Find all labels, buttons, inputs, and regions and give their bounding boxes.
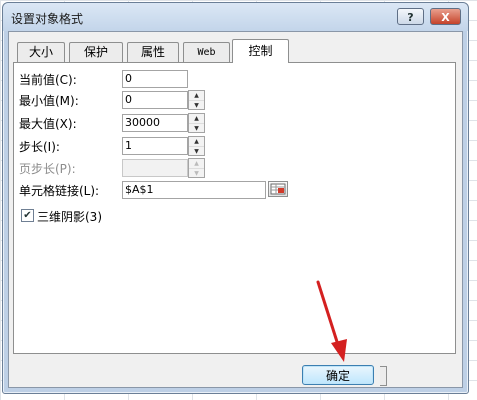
max-value-row: 最大值(X): 30000 ▲ ▼ bbox=[19, 113, 449, 133]
tab-control[interactable]: 控制 bbox=[232, 39, 289, 63]
step-spinner[interactable]: ▲ ▼ bbox=[188, 136, 205, 156]
max-value-label: 最大值(X): bbox=[19, 117, 77, 131]
tab-protection[interactable]: 保护 bbox=[69, 42, 123, 62]
page-step-row: 页步长(P): ▲ ▼ bbox=[19, 158, 449, 178]
format-object-dialog: 设置对象格式 ? X 大小 保护 属性 Web 控制 当前值(C): 0 最小值… bbox=[2, 2, 469, 394]
spin-down-icon: ▼ bbox=[194, 170, 199, 177]
spin-up-icon: ▲ bbox=[189, 159, 204, 169]
spin-up-icon[interactable]: ▲ bbox=[189, 91, 204, 101]
min-value-input[interactable]: 0 bbox=[122, 91, 188, 109]
spin-down-icon[interactable]: ▼ bbox=[189, 124, 204, 133]
step-input[interactable]: 1 bbox=[122, 137, 188, 155]
close-button[interactable]: X bbox=[430, 8, 461, 25]
max-value-input[interactable]: 30000 bbox=[122, 114, 188, 132]
step-label: 步长(I): bbox=[19, 140, 60, 154]
page-step-spinner: ▲ ▼ bbox=[188, 158, 205, 178]
page-step-label: 页步长(P): bbox=[19, 162, 76, 176]
range-select-button[interactable] bbox=[268, 181, 288, 197]
current-value-label: 当前值(C): bbox=[19, 73, 77, 87]
tab-properties[interactable]: 属性 bbox=[127, 42, 179, 62]
shading-row: ✔ 三维阴影(3) bbox=[19, 206, 219, 226]
tab-web[interactable]: Web bbox=[183, 42, 230, 62]
cell-link-label: 单元格链接(L): bbox=[19, 184, 100, 198]
spin-up-icon[interactable]: ▲ bbox=[189, 137, 204, 147]
spin-up-icon[interactable]: ▲ bbox=[189, 114, 204, 124]
dialog-body: 大小 保护 属性 Web 控制 当前值(C): 0 最小值(M): 0 ▲ ▼ bbox=[8, 31, 463, 388]
min-value-spinner[interactable]: ▲ ▼ bbox=[188, 90, 205, 110]
max-value-spinner[interactable]: ▲ ▼ bbox=[188, 113, 205, 133]
tab-size[interactable]: 大小 bbox=[17, 42, 65, 62]
range-select-icon bbox=[270, 183, 286, 195]
cancel-button-edge[interactable] bbox=[380, 366, 387, 386]
shading-checkbox[interactable]: ✔ bbox=[21, 209, 34, 222]
check-icon: ✔ bbox=[23, 210, 32, 221]
dialog-title: 设置对象格式 bbox=[11, 12, 84, 26]
cell-link-input[interactable]: $A$1 bbox=[122, 181, 266, 199]
spin-down-icon[interactable]: ▼ bbox=[189, 147, 204, 156]
title-bar: 设置对象格式 ? X bbox=[3, 3, 468, 31]
min-value-label: 最小值(M): bbox=[19, 94, 79, 108]
spin-down-icon[interactable]: ▼ bbox=[189, 101, 204, 110]
page-step-input bbox=[122, 159, 188, 177]
step-row: 步长(I): 1 ▲ ▼ bbox=[19, 136, 449, 156]
current-value-row: 当前值(C): 0 bbox=[19, 69, 449, 89]
current-value-input[interactable]: 0 bbox=[122, 70, 188, 88]
cell-link-row: 单元格链接(L): $A$1 bbox=[19, 180, 449, 200]
control-tab-panel: 当前值(C): 0 最小值(M): 0 ▲ ▼ 最大值(X): 30000 ▲ … bbox=[13, 62, 456, 354]
ok-button[interactable]: 确定 bbox=[302, 365, 374, 385]
shading-label: 三维阴影(3) bbox=[37, 210, 102, 224]
help-button[interactable]: ? bbox=[397, 8, 424, 25]
min-value-row: 最小值(M): 0 ▲ ▼ bbox=[19, 90, 449, 110]
